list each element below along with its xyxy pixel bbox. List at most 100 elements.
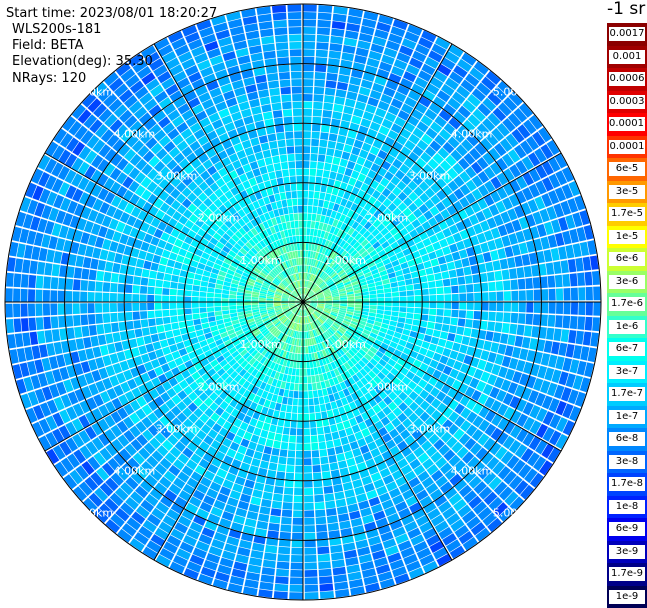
range-gate-cell <box>261 142 270 150</box>
range-gate-cell <box>46 343 55 356</box>
range-gate-cell <box>562 316 570 329</box>
colorbar-tick-label: 6e-9 <box>609 522 645 536</box>
range-ring-label: 4.00km <box>451 127 493 140</box>
range-ring-label: 5.00km <box>72 507 114 520</box>
range-gate-cell <box>148 318 156 326</box>
range-gate-cell <box>482 302 489 311</box>
range-gate-cell <box>51 277 59 289</box>
range-gate-cell <box>36 317 44 330</box>
range-gate-cell <box>329 530 341 538</box>
range-gate-cell <box>315 502 325 510</box>
colorbar-tick-label: 0.0001 <box>609 140 645 154</box>
range-gate-cell <box>503 313 511 323</box>
range-gate-cell <box>214 302 221 306</box>
range-gate-cell <box>278 457 286 465</box>
range-gate-cell <box>502 323 510 333</box>
range-gate-cell <box>300 236 303 243</box>
range-gate-cell <box>312 117 321 124</box>
range-gate-cell <box>207 288 214 293</box>
range-gate-cell <box>447 333 455 341</box>
range-gate-cell <box>522 254 531 266</box>
range-gate-cell <box>326 73 337 81</box>
range-gate-cell <box>296 436 303 443</box>
range-gate-cell <box>406 313 413 319</box>
range-gate-cell <box>207 298 214 302</box>
colorbar-unit-label: -1 sr <box>607 0 645 19</box>
range-gate-cell <box>592 271 600 285</box>
range-gate-cell <box>277 140 285 148</box>
range-gate-cell <box>67 266 75 278</box>
range-gate-cell <box>92 247 101 258</box>
station-label: WLS200s-181 <box>12 22 101 38</box>
range-gate-cell <box>304 451 311 458</box>
range-ring-label: 2.00km <box>198 212 240 225</box>
range-gate-cell <box>258 14 272 23</box>
range-gate-cell <box>316 532 327 540</box>
range-gate-cell <box>335 446 343 454</box>
range-gate-cell <box>268 134 277 142</box>
range-gate-cell <box>325 88 336 96</box>
range-gate-cell <box>268 523 279 531</box>
range-gate-cell <box>441 271 449 279</box>
colorbar-step: 6e-6 <box>607 248 647 271</box>
range-gate-cell <box>500 259 508 270</box>
range-gate-cell <box>336 173 344 181</box>
range-gate-cell <box>313 102 323 110</box>
range-gate-cell <box>270 455 279 463</box>
range-gate-cell <box>571 302 578 315</box>
range-gate-cell <box>314 495 324 503</box>
range-gate-cell <box>214 298 221 302</box>
range-gate-cell <box>207 293 214 298</box>
colorbar-step: 6e-9 <box>607 518 647 541</box>
range-gate-cell <box>308 391 313 398</box>
range-gate-cell <box>310 368 314 375</box>
range-gate-cell <box>320 591 334 599</box>
range-gate-cell <box>407 302 414 307</box>
range-gate-cell <box>223 286 230 291</box>
range-gate-cell <box>95 303 102 313</box>
range-gate-cell <box>298 198 303 205</box>
colorbar-step: 1.7e-8 <box>607 473 647 496</box>
range-gate-cell <box>438 339 446 347</box>
range-gate-cell <box>303 5 317 12</box>
range-gate-cell <box>400 302 407 307</box>
range-gate-cell <box>295 473 303 480</box>
range-gate-cell <box>58 291 65 302</box>
range-gate-cell <box>333 567 346 575</box>
range-gate-cell <box>286 192 292 199</box>
range-gate-cell <box>355 305 362 308</box>
range-gate-cell <box>434 323 442 331</box>
range-gate-cell <box>483 252 492 262</box>
range-gate-cell <box>436 309 443 316</box>
range-gate-cell <box>267 530 279 538</box>
range-gate-cell <box>281 442 289 450</box>
range-gate-cell <box>315 412 321 420</box>
range-gate-cell <box>511 291 518 301</box>
range-ring-label: 5.00km <box>493 507 535 520</box>
range-gate-cell <box>426 328 434 335</box>
colorbar-tick-label: 3e-7 <box>609 365 645 379</box>
range-gate-cell <box>303 146 310 153</box>
range-gate-cell <box>65 303 72 314</box>
range-gate-cell <box>482 292 489 301</box>
range-gate-cell <box>298 406 303 413</box>
range-gate-cell <box>290 570 303 577</box>
range-ring-label: 2.00km <box>198 380 240 393</box>
range-gate-cell <box>251 434 260 443</box>
range-gate-cell <box>317 27 330 35</box>
range-gate-cell <box>260 461 269 469</box>
range-gate-cell <box>519 290 526 300</box>
range-gate-cell <box>138 250 147 259</box>
range-gate-cell <box>280 79 291 87</box>
range-gate-cell <box>193 319 201 325</box>
range-gate-cell <box>392 307 399 312</box>
range-gate-cell <box>170 289 177 296</box>
range-gate-cell <box>167 259 175 267</box>
range-gate-cell <box>73 315 81 326</box>
range-gate-cell <box>593 286 600 300</box>
range-gate-cell <box>494 322 502 332</box>
range-gate-cell <box>117 293 124 302</box>
range-gate-cell <box>294 124 302 131</box>
range-gate-cell <box>437 302 444 309</box>
range-gate-cell <box>276 569 289 577</box>
